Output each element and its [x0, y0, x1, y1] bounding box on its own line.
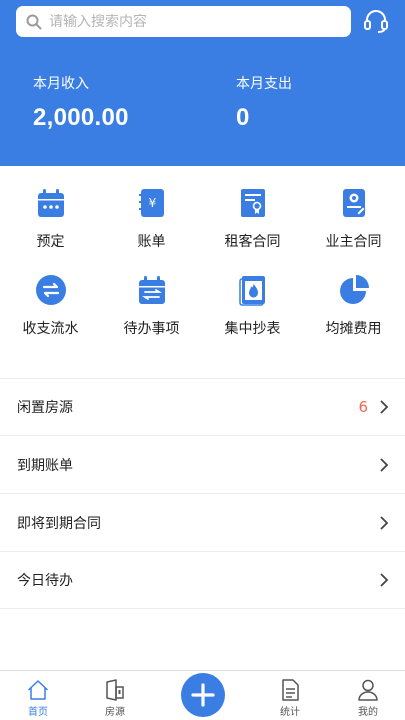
document-icon: [282, 679, 299, 701]
expense-stat: 本月支出 0: [236, 74, 292, 132]
list-item-today-todo[interactable]: 今日待办: [0, 552, 405, 609]
chevron-right-icon: [380, 573, 389, 587]
grid-label: 业主合同: [325, 234, 382, 250]
header: 本月收入 2,000.00 本月支出 0: [0, 0, 405, 166]
tenant-contract-icon: [240, 189, 265, 217]
expense-label: 本月支出: [236, 76, 292, 92]
expense-value: 0: [236, 104, 250, 131]
svg-text:¥: ¥: [148, 196, 156, 210]
grid-label: 账单: [137, 234, 166, 250]
search-input[interactable]: [49, 13, 329, 30]
list-item-label: 闲置房源: [17, 400, 73, 416]
headset-icon[interactable]: [362, 7, 390, 35]
grid-label: 租客合同: [224, 234, 281, 250]
grid-item-meter-reading[interactable]: 集中抄表: [202, 273, 303, 338]
income-label: 本月收入: [33, 76, 89, 92]
chevron-right-icon: [380, 458, 389, 472]
owner-contract-icon: [342, 189, 366, 217]
list-item-label: 到期账单: [17, 458, 73, 474]
grid-label: 预定: [36, 234, 65, 250]
add-button[interactable]: [181, 673, 225, 717]
tab-home[interactable]: 首页: [8, 671, 68, 718]
grid-item-cashflow[interactable]: 收支流水: [0, 273, 101, 338]
income-value: 2,000.00: [33, 104, 129, 131]
grid-item-tenant-contract[interactable]: 租客合同: [202, 186, 303, 251]
list-item-label: 即将到期合同: [17, 516, 101, 532]
todo-calendar-icon: [138, 276, 165, 304]
grid-label: 集中抄表: [224, 321, 281, 337]
tab-statistics[interactable]: 统计: [260, 671, 320, 718]
income-stat: 本月收入 2,000.00: [33, 74, 129, 132]
tab-label: 房源: [105, 707, 125, 718]
tab-mine[interactable]: 我的: [338, 671, 398, 718]
user-icon: [358, 679, 378, 701]
plus-icon: [191, 683, 215, 707]
tab-property[interactable]: 房源: [85, 671, 145, 718]
list-item-label: 今日待办: [17, 573, 73, 589]
list-item-expiring-contracts[interactable]: 即将到期合同: [0, 495, 405, 552]
chevron-right-icon: [380, 400, 389, 414]
grid-label: 待办事项: [123, 321, 180, 337]
grid-item-bills[interactable]: ¥ 账单: [101, 186, 202, 251]
home-icon: [27, 680, 49, 700]
grid-item-shared-costs[interactable]: 均摊费用: [303, 273, 404, 338]
tab-label: 统计: [280, 707, 300, 718]
tab-label: 首页: [28, 707, 48, 718]
grid-item-owner-contract[interactable]: 业主合同: [303, 186, 404, 251]
grid-label: 收支流水: [22, 321, 79, 337]
list-item-due-bills[interactable]: 到期账单: [0, 437, 405, 494]
grid-label: 均摊费用: [325, 321, 382, 337]
count-badge: 6: [358, 398, 368, 416]
chevron-right-icon: [380, 516, 389, 530]
bill-icon: ¥: [138, 189, 164, 217]
pie-chart-icon: [339, 275, 369, 304]
search-icon: [26, 14, 42, 29]
calendar-icon: [37, 189, 64, 217]
grid-item-todo[interactable]: 待办事项: [101, 273, 202, 338]
list-item-idle-property[interactable]: 闲置房源 6: [0, 379, 405, 436]
transfer-icon: [35, 275, 66, 305]
search-bar[interactable]: [16, 6, 351, 37]
property-icon: [106, 679, 124, 701]
meter-fire-icon: [238, 276, 265, 306]
feature-grid: 预定 ¥ 账单 租客合同 业主合同 收支流水 待办事项 集中抄表 均摊费用: [0, 166, 405, 361]
grid-item-booking[interactable]: 预定: [0, 186, 101, 251]
tab-label: 我的: [358, 707, 378, 718]
